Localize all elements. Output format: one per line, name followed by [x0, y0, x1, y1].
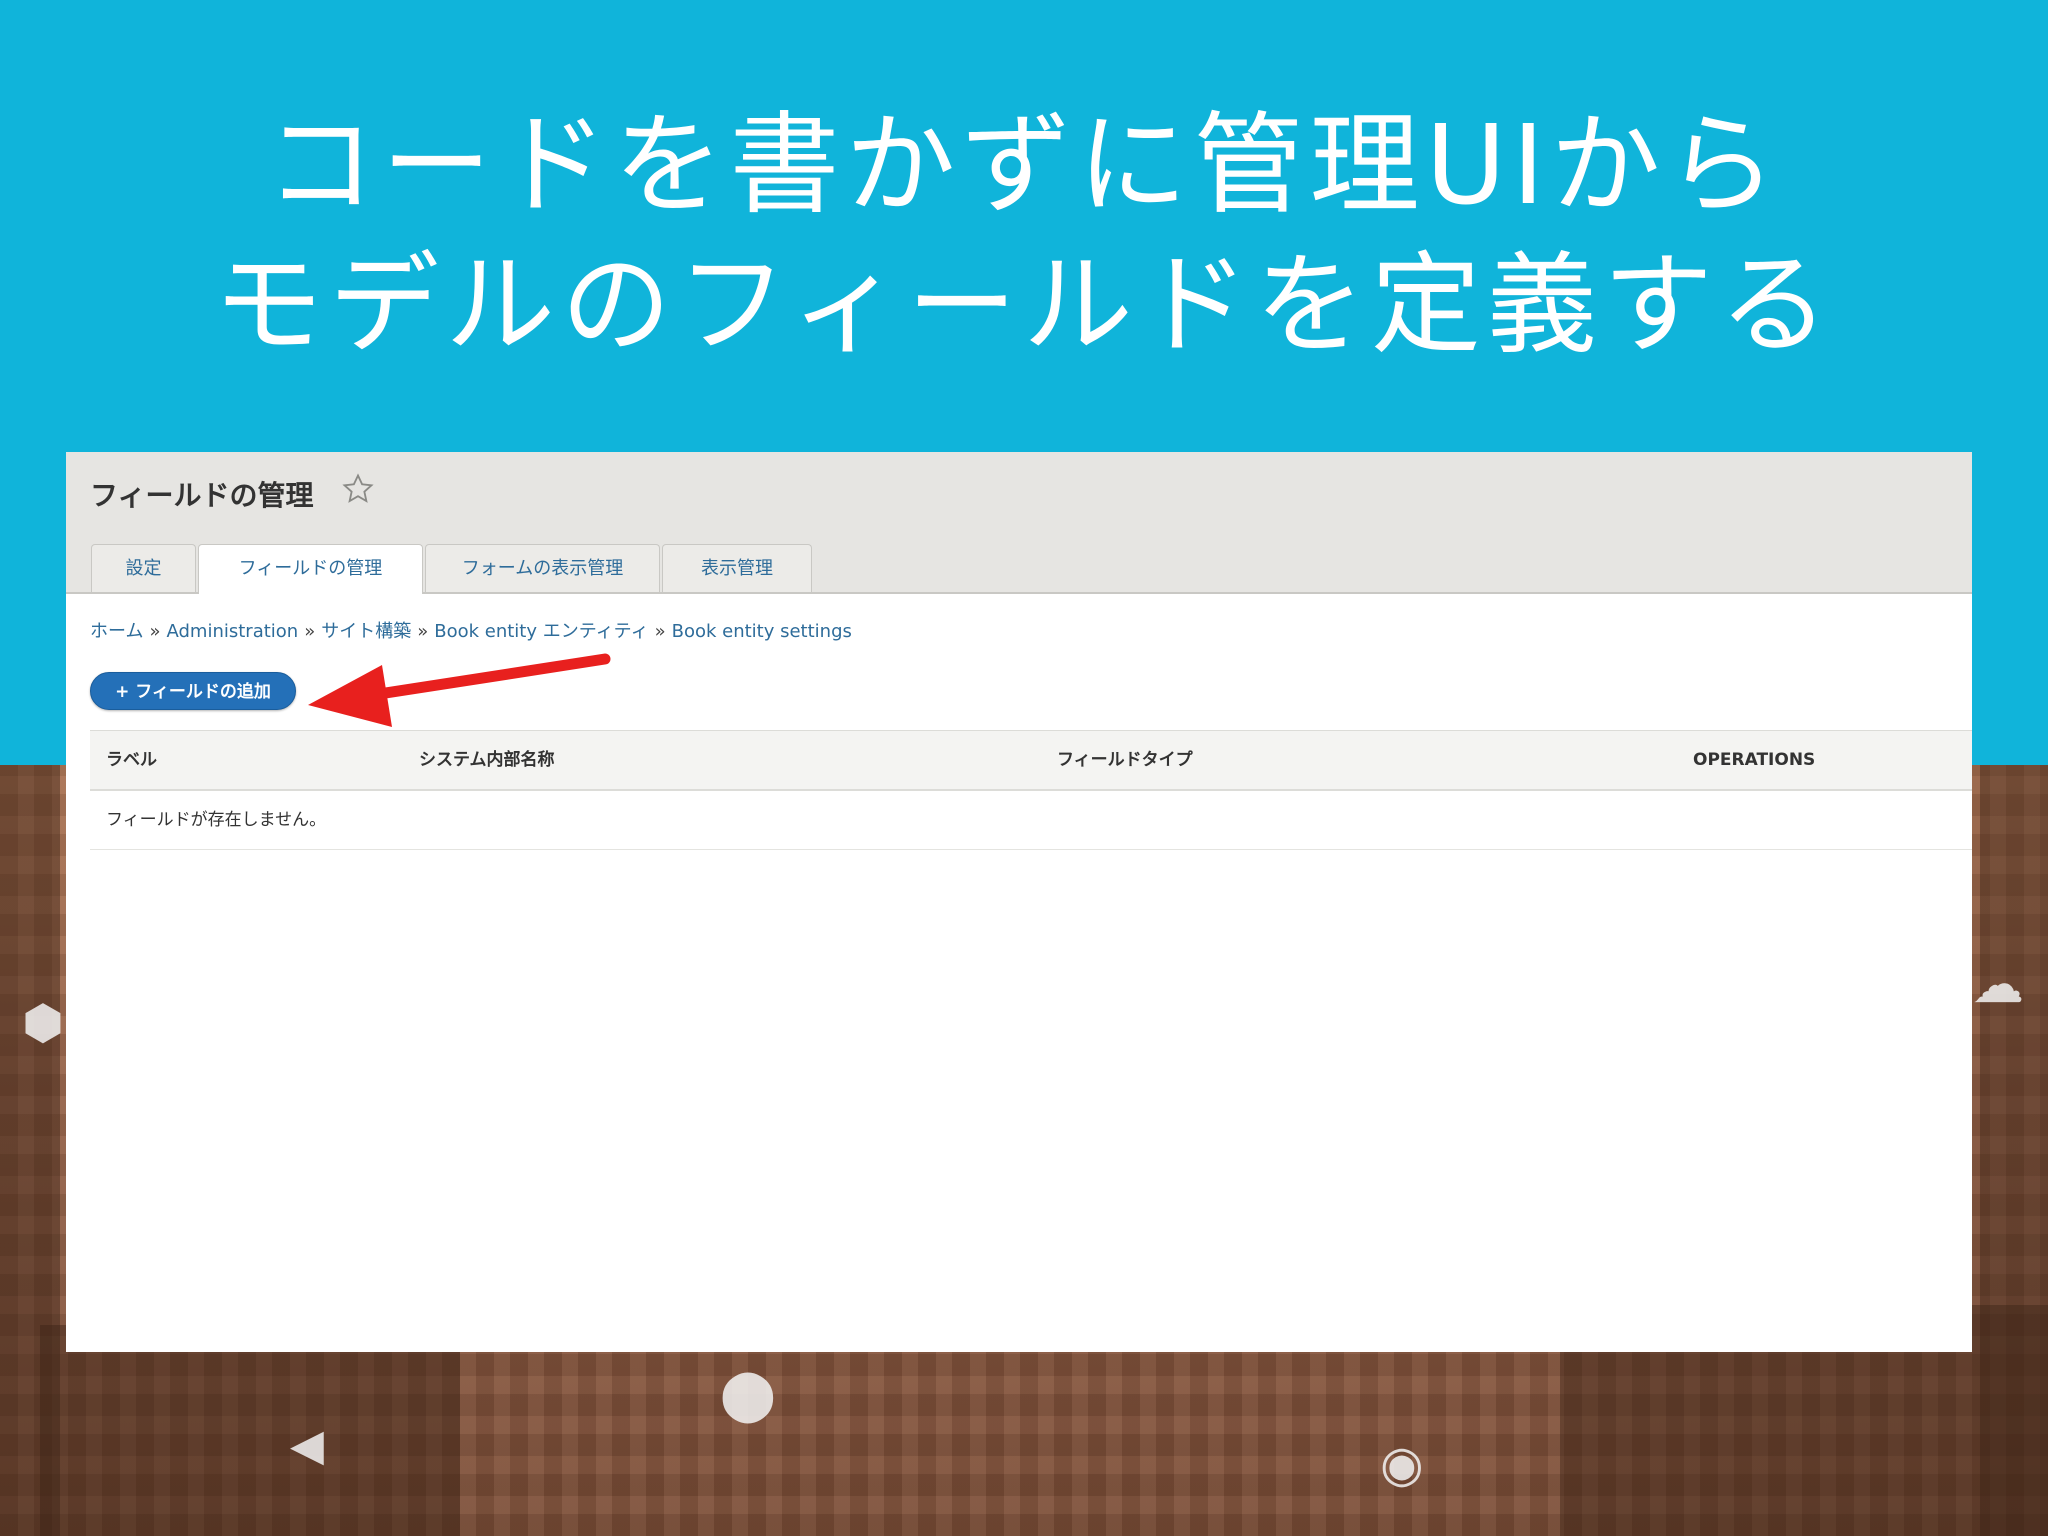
- column-header-operations: OPERATIONS: [1693, 750, 1816, 770]
- admin-header: フィールドの管理 設定 フィールドの管理 フォームの表示管理 表示管理: [66, 452, 1972, 594]
- breadcrumb: ホーム» Administration» サイト構築» Book entity エンテ…: [90, 617, 852, 643]
- fields-table: ラベル システム内部名称 フィールドタイプ OPERATIONS フィールドが存…: [90, 730, 1972, 850]
- empty-message: フィールドが存在しません。: [106, 810, 327, 830]
- triangle-icon: ◀: [290, 1420, 324, 1471]
- breadcrumb-separator: »: [417, 621, 429, 642]
- column-header-field-type: フィールドタイプ: [1057, 750, 1193, 770]
- hexagon-icon: ⬢: [22, 995, 64, 1051]
- location-icon: ⬤: [720, 1365, 776, 1423]
- table-header: ラベル システム内部名称 フィールドタイプ OPERATIONS: [90, 730, 1972, 791]
- breadcrumb-book-entity[interactable]: Book entity エンティティ: [434, 621, 648, 642]
- add-field-button[interactable]: + フィールドの追加: [90, 672, 296, 710]
- tab-settings[interactable]: 設定: [91, 544, 196, 592]
- breadcrumb-book-entity-settings[interactable]: Book entity settings: [672, 621, 852, 642]
- tab-manage-fields[interactable]: フィールドの管理: [198, 544, 423, 594]
- map-pin-icon: ◉: [1380, 1435, 1424, 1493]
- slide-title: コードを書かずに管理UIから モデルのフィールドを定義する: [0, 95, 2048, 375]
- table-row: フィールドが存在しません。: [90, 791, 1972, 850]
- tab-bar: 設定 フィールドの管理 フォームの表示管理 表示管理: [91, 544, 814, 594]
- column-header-label: ラベル: [106, 750, 157, 770]
- breadcrumb-separator: »: [654, 621, 666, 642]
- admin-screenshot-panel: フィールドの管理 設定 フィールドの管理 フォームの表示管理 表示管理 ホーム »…: [66, 452, 1972, 1352]
- star-icon[interactable]: [341, 472, 375, 506]
- column-header-machine-name: システム内部名称: [419, 750, 555, 770]
- tab-manage-form-display[interactable]: フォームの表示管理: [425, 544, 660, 592]
- slide-title-line-2: モデルのフィールドを定義する: [213, 241, 1835, 369]
- breadcrumb-separator: »: [304, 621, 316, 642]
- page-title: フィールドの管理: [90, 479, 314, 512]
- breadcrumb-administration[interactable]: Administration: [166, 621, 298, 642]
- cloud-icon: ☁: [1972, 955, 2024, 1015]
- red-arrow-annotation: [308, 653, 611, 727]
- breadcrumb-structure[interactable]: サイト構築: [321, 621, 411, 642]
- breadcrumb-separator: »: [149, 621, 161, 642]
- slide-title-line-1: コードを書かずに管理UIから: [265, 101, 1783, 229]
- tab-manage-display[interactable]: 表示管理: [662, 544, 812, 592]
- breadcrumb-home[interactable]: ホーム: [90, 621, 143, 642]
